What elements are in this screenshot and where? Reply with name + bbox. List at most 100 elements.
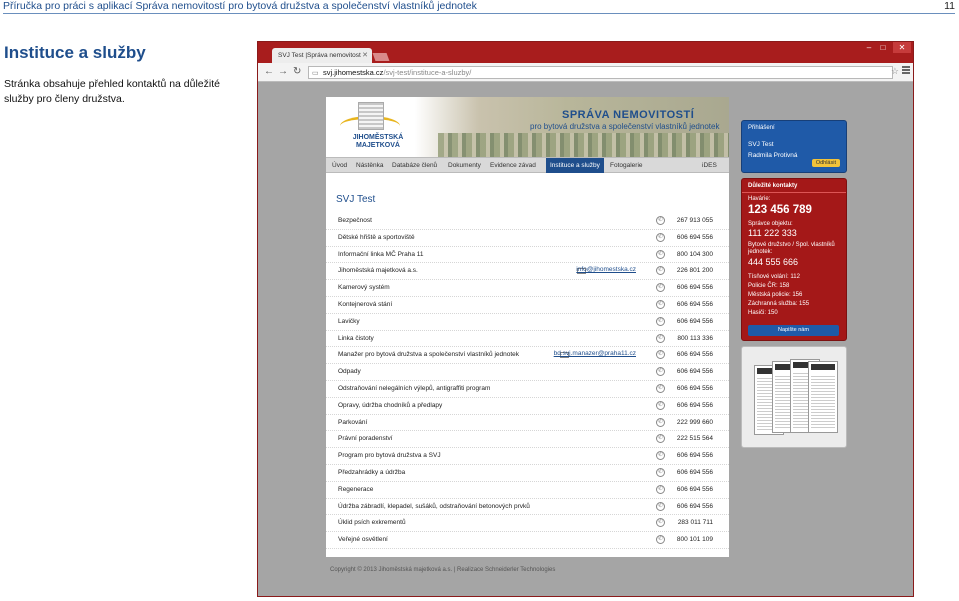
contact-phone: 222 515 564 — [676, 435, 713, 443]
contact-name: Manažer pro bytová družstva a společenst… — [338, 351, 520, 359]
bookmark-star-icon[interactable]: ☆ — [891, 66, 899, 77]
phone-icon: ✆ — [656, 216, 665, 225]
contact-phone: 800 104 300 — [676, 250, 713, 258]
contact-row: Jihoměstská majetková a.s. info@jihomests… — [326, 263, 729, 281]
new-tab-button[interactable] — [372, 53, 390, 61]
contact-row: Předzahrádky a údržba ✆ 606 694 556 — [326, 465, 729, 482]
spravce-label: Správce objektu: — [748, 221, 793, 227]
important-contacts-box: Důležité kontakty Havárie: 123 456 789 S… — [741, 178, 847, 341]
contact-name: Veřejné osvětlení — [338, 536, 388, 544]
contact-email[interactable]: info@jihomestska.cz — [576, 266, 636, 273]
section-text: Stránka obsahuje přehled kontaktů na důl… — [4, 78, 220, 105]
phone-icon: ✆ — [656, 232, 665, 242]
contact-phone: 222 999 660 — [676, 418, 713, 426]
forward-icon[interactable]: → — [278, 66, 288, 78]
phone-icon: ✆ — [656, 367, 665, 377]
page-subtitle: SVJ Test — [336, 194, 376, 205]
magazine-thumbnail[interactable] — [808, 361, 838, 433]
emergency-156: Městská policie: 156 — [748, 292, 803, 298]
contact-name: Kontejnerová stání — [338, 300, 393, 308]
reload-icon[interactable]: ↻ — [293, 66, 301, 78]
contact-row: Dětské hřiště a sportoviště ✆ 606 694 556 — [326, 230, 729, 247]
contact-name: Předzahrádky a údržba — [338, 468, 406, 476]
contact-row: Kamerový systém ✆ 606 694 556 — [326, 280, 729, 297]
banner-photo — [438, 133, 729, 157]
phone-icon: ✆ — [656, 316, 665, 326]
contact-name: Linka čistoty — [338, 334, 374, 342]
logo-text: JIHOMĚSTSKÁ MAJETKOVÁ — [352, 134, 404, 149]
contact-name: Právní poradenství — [338, 435, 393, 443]
close-window-icon[interactable]: ✕ — [893, 42, 911, 53]
contact-row: Úklid psích exkrementů ✆ 283 011 711 — [326, 515, 729, 533]
browser-toolbar: ← → ↻ ▭ svj.jihomestska.cz/svj-test/inst… — [258, 63, 913, 82]
page-icon: ▭ — [312, 70, 319, 77]
contact-phone: 800 113 336 — [677, 334, 713, 342]
contact-row: Parkování ✆ 222 999 660 — [326, 415, 729, 432]
contact-phone: 606 694 556 — [676, 452, 713, 460]
contact-row: Právní poradenství ✆ 222 515 564 — [326, 431, 729, 449]
phone-icon: ✆ — [656, 283, 665, 293]
contact-name: Odpady — [338, 368, 361, 376]
site-banner: JIHOMĚSTSKÁ MAJETKOVÁ SPRÁVA NEMOVITOSTÍ… — [326, 97, 729, 157]
minimize-icon[interactable]: – — [863, 42, 875, 53]
maximize-icon[interactable]: □ — [877, 42, 889, 53]
emergency-112: Tísňové volání: 112 — [748, 274, 800, 280]
contact-name: Parkování — [338, 418, 368, 426]
contact-phone: 606 694 556 — [676, 300, 713, 308]
important-contacts-heading: Důležité kontakty — [748, 183, 798, 189]
address-bar[interactable]: ▭ svj.jihomestska.cz/svj-test/instituce-… — [308, 66, 893, 79]
back-icon[interactable]: ← — [264, 66, 274, 78]
contact-row: Linka čistoty ✆ 800 113 336 — [326, 331, 729, 348]
contact-phone: 606 694 556 — [676, 233, 713, 241]
divider — [742, 192, 846, 193]
contact-row: Opravy, údržba chodníků a předlapy ✆ 606 6… — [326, 398, 729, 415]
phone-icon: ✆ — [656, 451, 665, 461]
contact-phone: 606 694 556 — [676, 368, 713, 376]
nav-item[interactable]: iDES — [702, 162, 717, 169]
contact-phone: 606 694 556 — [676, 384, 713, 392]
nav-item[interactable]: Evidence závad — [490, 162, 536, 169]
menu-icon[interactable] — [902, 66, 910, 74]
contact-row: Manažer pro bytová družstva a společenst… — [326, 347, 729, 365]
section-title: Instituce a služby — [4, 43, 146, 62]
site-logo[interactable]: JIHOMĚSTSKÁ MAJETKOVÁ — [332, 102, 412, 152]
url-path: /svj-test/instituce-a-sluzby/ — [383, 68, 472, 77]
nav-item[interactable]: Úvod — [332, 162, 347, 169]
contact-name: Regenerace — [338, 485, 374, 493]
logout-button[interactable]: Odhlásit — [811, 159, 840, 167]
contact-row: Informační linka MČ Praha 11 ✆ 800 104 300 — [326, 247, 729, 264]
site-sidebar: Přihlášení SVJ Test Radmila Protivná Odh… — [741, 120, 847, 448]
contact-row: Údržba zábradlí, klepadel, sušáků, odstr… — [326, 499, 729, 516]
emergency-158: Policie ČR: 158 — [748, 283, 790, 289]
contact-phone: 800 101 109 — [676, 536, 713, 544]
contact-name: Úklid psích exkrementů — [338, 519, 406, 527]
nav-item[interactable]: Dokumenty — [448, 162, 481, 169]
contact-phone: 606 694 556 — [676, 485, 713, 493]
contact-name: Údržba zábradlí, klepadel, sušáků, odstr… — [338, 502, 530, 510]
contact-phone: 606 694 556 — [676, 401, 713, 409]
page-number: 11 — [944, 0, 955, 12]
phone-icon: ✆ — [656, 518, 665, 528]
banner-title: SPRÁVA NEMOVITOSTÍ — [562, 109, 695, 121]
contact-name: Program pro bytová družstva a SVJ — [338, 452, 441, 460]
bd-label: Bytové družstvo / Spol. vlastníků jednot… — [748, 242, 835, 255]
nav-item[interactable]: Fotogalerie — [610, 162, 643, 169]
phone-icon: ✆ — [656, 467, 665, 477]
magazine-box[interactable] — [741, 346, 847, 448]
contact-name: Informační linka MČ Praha 11 — [338, 250, 424, 258]
nav-item[interactable]: Instituce a služby — [546, 158, 604, 173]
tab-close-icon[interactable]: ✕ — [362, 51, 368, 59]
contact-row: Lavičky ✆ 606 694 556 — [326, 314, 729, 331]
nav-item[interactable]: Databáze členů — [392, 162, 437, 169]
phone-icon: ✆ — [656, 434, 665, 444]
phone-icon: ✆ — [656, 484, 665, 494]
banner-subtitle: pro bytová družstva a společenství vlast… — [530, 122, 720, 131]
browser-tab[interactable]: SVJ Test |Správa nemovitost ✕ — [272, 48, 372, 63]
contact-email[interactable]: bd.svj.manazer@praha11.cz — [554, 350, 636, 357]
havarie-phone: 123 456 789 — [748, 204, 812, 216]
write-us-button[interactable]: Napište nám — [748, 325, 839, 336]
nav-item[interactable]: Nástěnka — [356, 162, 383, 169]
phone-icon: ✆ — [656, 249, 665, 259]
contact-row: Veřejné osvětlení ✆ 800 101 109 — [326, 532, 729, 549]
contact-row: Program pro bytová družstva a SVJ ✆ 606 69… — [326, 448, 729, 465]
